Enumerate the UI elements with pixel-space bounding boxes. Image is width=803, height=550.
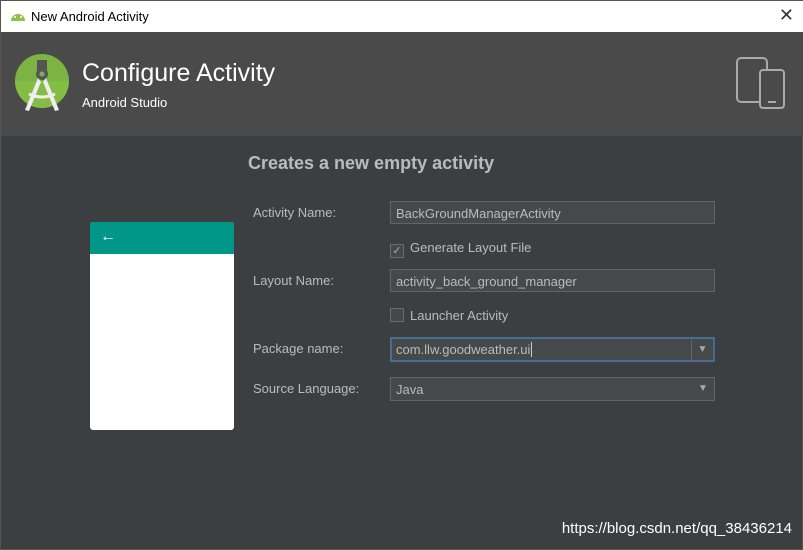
watermark: https://blog.csdn.net/qq_38436214 <box>561 520 792 537</box>
package-name-label: Package name: <box>253 341 344 356</box>
layout-name-label: Layout Name: <box>253 273 334 288</box>
launcher-activity-label: Launcher Activity <box>410 308 509 323</box>
layout-name-input[interactable]: activity_back_ground_manager <box>390 269 715 292</box>
activity-name-label: Activity Name: <box>253 205 337 220</box>
back-arrow-icon: ← <box>100 228 116 245</box>
launcher-activity-checkbox[interactable]: Launcher Activity <box>390 308 508 323</box>
preview-toolbar: ← <box>90 222 234 254</box>
close-button[interactable]: ✕ <box>779 5 794 26</box>
android-icon <box>11 14 25 21</box>
checkbox-checked[interactable]: ✓ <box>390 244 404 258</box>
generate-layout-checkbox[interactable]: ✓ Generate Layout File <box>390 240 531 258</box>
header: Configure Activity Android Studio <box>1 32 803 136</box>
generate-layout-label: Generate Layout File <box>410 240 532 255</box>
window-title: New Android Activity <box>31 9 149 24</box>
title-bar: New Android Activity ✕ <box>1 1 803 32</box>
chevron-down-icon[interactable]: ▼ <box>692 378 714 400</box>
page-title: Configure Activity <box>82 59 276 87</box>
layout-name-value: activity_back_ground_manager <box>396 274 577 289</box>
source-language-label: Source Language: <box>253 381 360 396</box>
source-language-value: Java <box>396 382 424 397</box>
android-studio-logo <box>15 54 69 111</box>
devices-icon <box>736 57 785 109</box>
activity-preview: ← <box>90 222 234 430</box>
text-cursor <box>531 342 533 357</box>
activity-name-value: BackGroundManagerActivity <box>396 206 561 221</box>
chevron-down-icon[interactable]: ▼ <box>691 339 713 360</box>
source-language-select[interactable]: Java ▼ <box>390 377 715 401</box>
checkbox-unchecked[interactable] <box>390 308 404 322</box>
package-name-value: com.llw.goodweather.ui <box>396 342 531 357</box>
package-name-combobox[interactable]: com.llw.goodweather.ui ▼ <box>390 337 715 362</box>
page-subtitle: Android Studio <box>82 95 168 110</box>
section-heading: Creates a new empty activity <box>248 153 495 173</box>
activity-name-input[interactable]: BackGroundManagerActivity <box>390 201 715 224</box>
